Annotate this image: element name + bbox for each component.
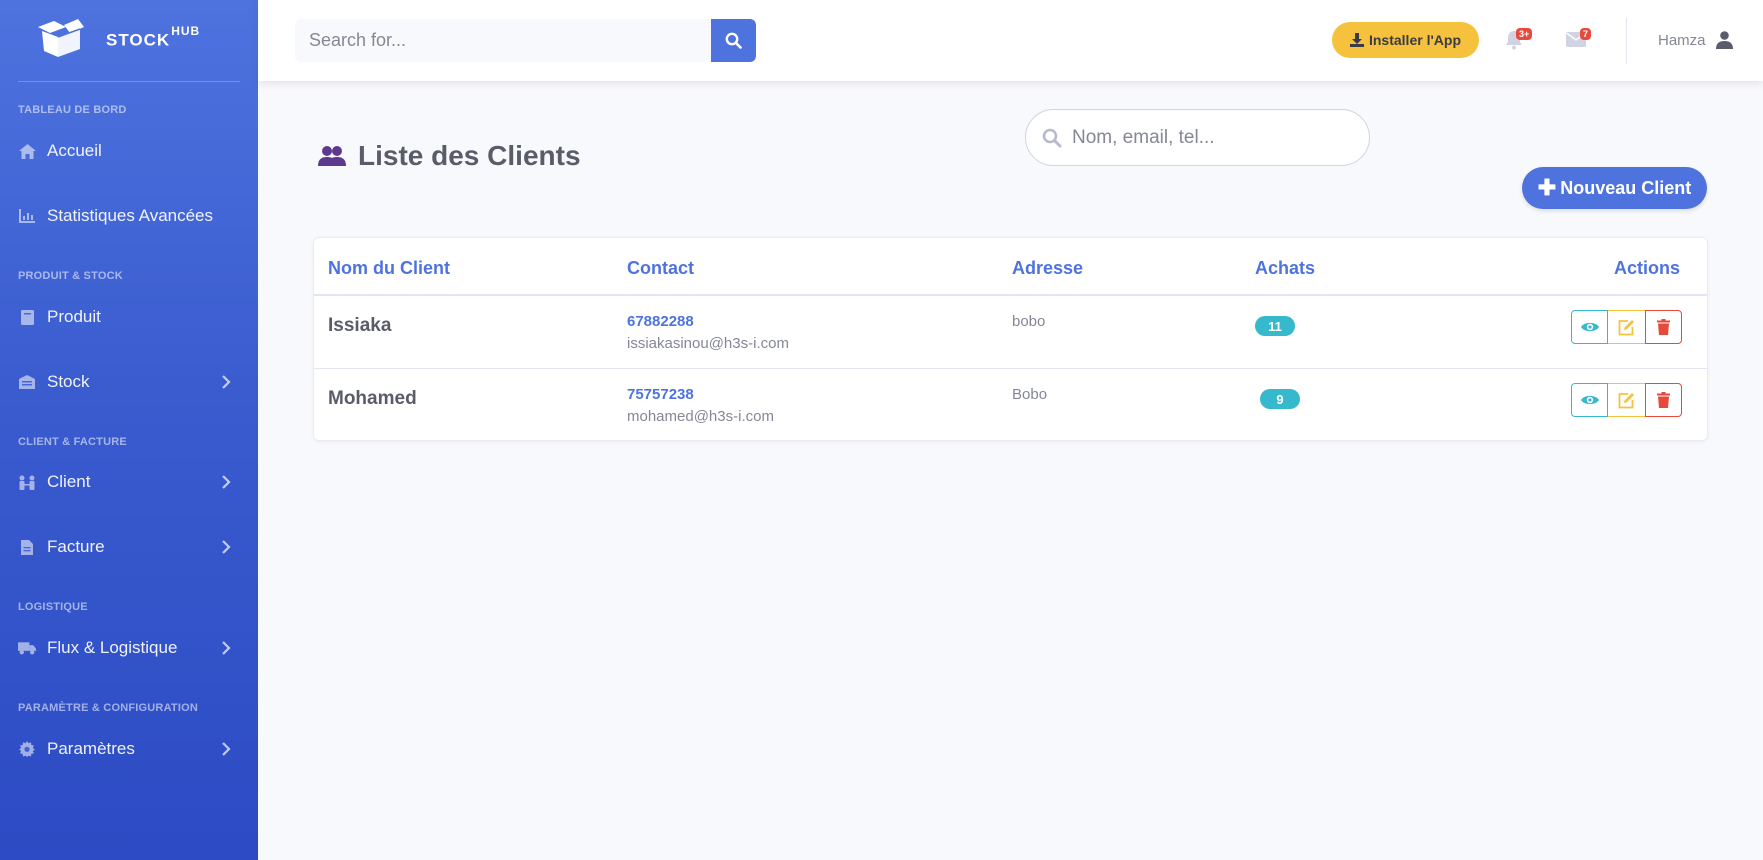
- client-address: Bobo: [1012, 386, 1048, 403]
- header-achats[interactable]: Achats: [1255, 258, 1315, 279]
- header-actions: Actions: [1613, 258, 1680, 278]
- table-row: Mohamed 75757238 mohamed@h3s-i.com Bobo …: [314, 368, 1707, 440]
- chevron-right-icon: [222, 742, 231, 756]
- sidebar-item-label: Accueil: [47, 141, 102, 160]
- edit-button[interactable]: [1608, 383, 1645, 417]
- user-dropdown[interactable]: Hamza: [1658, 28, 1733, 52]
- sidebar-heading-client-facture: CLIENT & FACTURE: [18, 436, 127, 448]
- book-icon: [18, 308, 36, 326]
- sidebar-item-label: Produit: [47, 307, 101, 326]
- brand[interactable]: STOCKHUB: [36, 16, 200, 62]
- row-actions: [1571, 310, 1682, 344]
- client-name: Issiaka: [328, 315, 392, 336]
- row-actions: [1571, 383, 1682, 417]
- install-app-button[interactable]: Installer l'App: [1332, 22, 1479, 58]
- messages-dropdown[interactable]: 7: [1566, 27, 1598, 55]
- chevron-right-icon: [222, 540, 231, 554]
- sidebar-item-label: Paramètres: [47, 739, 135, 758]
- eye-icon: [1580, 322, 1599, 332]
- truck-icon: [18, 639, 36, 657]
- chevron-right-icon: [222, 375, 231, 389]
- page-title: Liste des Clients: [318, 140, 581, 172]
- gear-icon: [18, 740, 36, 758]
- header-contact[interactable]: Contact: [627, 258, 694, 279]
- home-icon: [18, 142, 36, 160]
- eye-icon: [1580, 395, 1599, 405]
- search-icon: [1042, 128, 1062, 147]
- warehouse-icon: [18, 373, 36, 391]
- view-button[interactable]: [1571, 383, 1608, 417]
- page-title-text: Liste des Clients: [358, 140, 581, 171]
- topbar-search-input[interactable]: [295, 19, 711, 62]
- new-client-label: Nouveau Client: [1560, 177, 1692, 198]
- topbar-search-button[interactable]: [711, 19, 756, 62]
- sidebar-item-accueil[interactable]: Accueil: [0, 131, 258, 171]
- topbar-search: [295, 19, 756, 62]
- search-icon: [725, 32, 742, 49]
- header-nom[interactable]: Nom du Client: [328, 258, 450, 279]
- sidebar-heading-logistique: LOGISTIQUE: [18, 601, 88, 613]
- edit-icon: [1618, 392, 1634, 408]
- view-button[interactable]: [1571, 310, 1608, 344]
- download-icon: [1349, 33, 1364, 47]
- sidebar-item-flux-logistique[interactable]: Flux & Logistique: [0, 628, 258, 668]
- sidebar-heading-parametres: PARAMÈTRE & CONFIGURATION: [18, 702, 198, 714]
- client-phone[interactable]: 75757238: [627, 386, 694, 403]
- purchases-badge: 9: [1260, 389, 1300, 409]
- sidebar: STOCKHUB TABLEAU DE BORD Accueil Statist…: [0, 0, 258, 860]
- chevron-right-icon: [222, 641, 231, 655]
- messages-count-badge: 7: [1580, 28, 1592, 40]
- sidebar-divider: [18, 81, 240, 82]
- header-adresse[interactable]: Adresse: [1012, 258, 1083, 279]
- chart-icon: [18, 207, 36, 225]
- user-icon: [1715, 31, 1733, 49]
- sidebar-item-label: Statistiques Avancées: [47, 206, 214, 225]
- sidebar-item-label: Client: [47, 472, 91, 491]
- client-name: Mohamed: [328, 388, 417, 409]
- install-app-label: Installer l'App: [1368, 32, 1461, 48]
- trash-icon: [1657, 319, 1670, 335]
- plus-icon: ✚: [1537, 175, 1557, 200]
- users-icon: [318, 146, 346, 166]
- sidebar-item-facture[interactable]: Facture: [0, 527, 258, 567]
- sidebar-heading-produit-stock: PRODUIT & STOCK: [18, 270, 123, 282]
- sidebar-item-statistiques[interactable]: Statistiques Avancées: [0, 196, 258, 236]
- client-address: bobo: [1012, 313, 1046, 330]
- client-search: [1025, 109, 1370, 166]
- new-client-button[interactable]: ✚ Nouveau Client: [1522, 167, 1707, 209]
- file-icon: [18, 538, 36, 556]
- sidebar-item-client[interactable]: Client: [0, 462, 258, 502]
- sidebar-item-label: Stock: [47, 372, 90, 391]
- sidebar-item-parametres[interactable]: Paramètres: [0, 729, 258, 769]
- box-logo-icon: [36, 19, 86, 59]
- sidebar-item-label: Flux & Logistique: [47, 638, 178, 657]
- client-email: mohamed@h3s-i.com: [627, 408, 774, 425]
- delete-button[interactable]: [1645, 383, 1682, 417]
- purchases-badge: 11: [1255, 316, 1295, 336]
- client-search-input[interactable]: [1072, 126, 1342, 149]
- edit-button[interactable]: [1608, 310, 1645, 344]
- topbar-divider: [1626, 18, 1627, 64]
- brand-name: STOCKHUB: [106, 23, 201, 50]
- clients-table: Nom du Client Contact Adresse Achats Act…: [313, 237, 1708, 441]
- sidebar-item-produit[interactable]: Produit: [0, 297, 258, 337]
- trash-icon: [1657, 392, 1670, 408]
- alerts-dropdown[interactable]: 3+: [1505, 27, 1537, 55]
- people-icon: [18, 473, 36, 491]
- edit-icon: [1618, 319, 1634, 335]
- user-name: Hamza: [1658, 31, 1706, 49]
- table-row: Issiaka 67882288 issiakasinou@h3s-i.com …: [314, 296, 1707, 368]
- client-phone[interactable]: 67882288: [627, 313, 694, 330]
- chevron-right-icon: [222, 475, 231, 489]
- sidebar-item-label: Facture: [47, 537, 105, 556]
- topbar: Installer l'App 3+ 7 Hamza: [258, 0, 1763, 81]
- sidebar-heading-dashboard: TABLEAU DE BORD: [18, 104, 127, 116]
- delete-button[interactable]: [1645, 310, 1682, 344]
- sidebar-item-stock[interactable]: Stock: [0, 362, 258, 402]
- client-email: issiakasinou@h3s-i.com: [627, 335, 789, 352]
- alerts-count-badge: 3+: [1516, 28, 1533, 40]
